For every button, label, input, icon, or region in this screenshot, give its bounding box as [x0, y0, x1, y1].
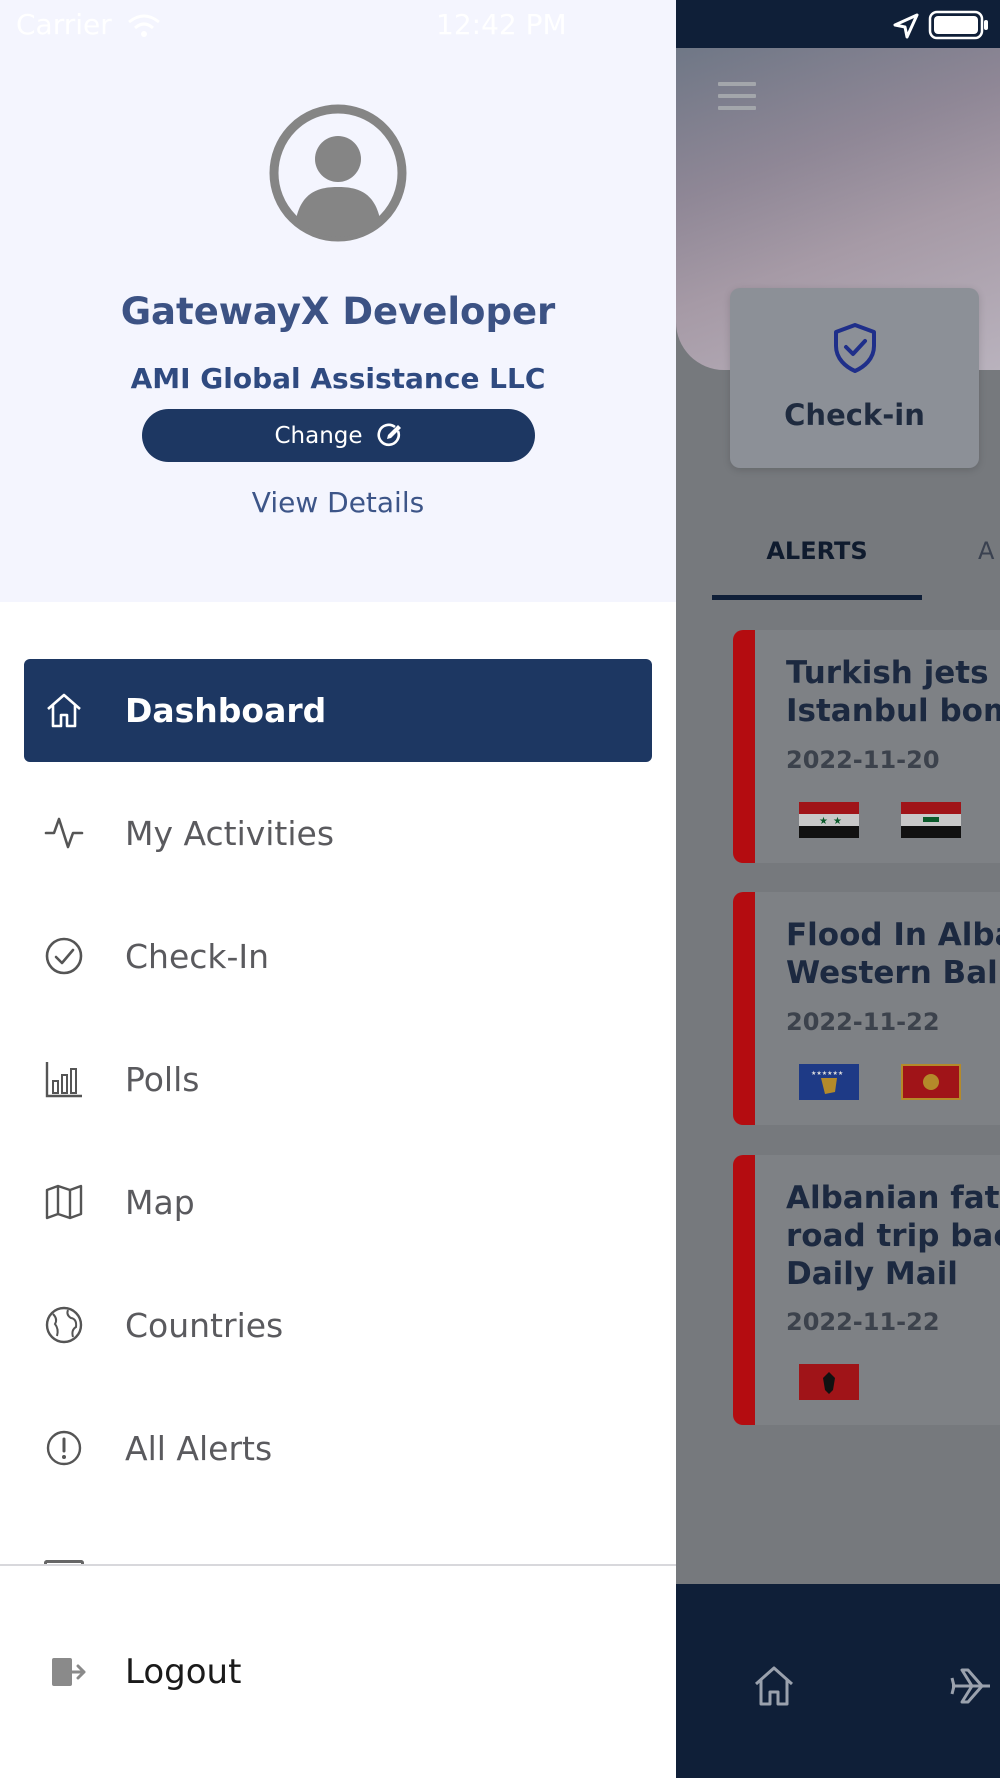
globe-icon: [45, 1306, 83, 1344]
svg-text:★★★★★★: ★★★★★★: [811, 1070, 843, 1077]
organization-name: AMI Global Assistance LLC: [130, 362, 546, 395]
menu-item-partially-hidden: [24, 1548, 652, 1564]
menu-item-my-activities[interactable]: My Activities: [24, 782, 652, 885]
status-time: 12:42 PM: [436, 8, 567, 41]
drawer-divider: [0, 1564, 676, 1566]
alert-title: Daily Mail: [786, 1256, 958, 1292]
change-organization-button[interactable]: Change: [142, 409, 535, 462]
alert-date: 2022-11-22: [786, 1308, 940, 1336]
albania-flag-icon: [799, 1364, 859, 1400]
alert-title: road trip back: [786, 1218, 1000, 1254]
menu-item-label: All Alerts: [125, 1429, 273, 1468]
menu-item-countries[interactable]: Countries: [24, 1274, 652, 1377]
profile-header: Carrier 12:42 PM GatewayX Developer AMI …: [0, 0, 676, 602]
menu-item-label: Dashboard: [125, 691, 327, 730]
navigation-drawer: Carrier 12:42 PM GatewayX Developer AMI …: [0, 0, 676, 1778]
logout-button[interactable]: Logout: [24, 1620, 652, 1724]
edit-icon: [377, 423, 401, 446]
alert-title: Albanian fath: [786, 1180, 1000, 1216]
map-icon: [45, 1184, 83, 1220]
tab-next[interactable]: A: [978, 532, 994, 570]
activity-icon: [44, 817, 84, 849]
wifi-icon: [127, 14, 160, 37]
menu-item-all-alerts[interactable]: All Alerts: [24, 1397, 652, 1500]
plane-icon[interactable]: [950, 1664, 1000, 1708]
alert-date: 2022-11-20: [786, 746, 940, 774]
alert-severity-stripe: [733, 630, 755, 863]
svg-text:★: ★: [819, 816, 828, 827]
logout-icon: [52, 1658, 86, 1686]
avatar-icon[interactable]: [268, 103, 408, 243]
iraq-flag-icon: [901, 802, 961, 838]
alert-date: 2022-11-22: [786, 1008, 940, 1036]
menu-item-label: Polls: [125, 1060, 200, 1099]
kosovo-flag-icon: ★★★★★★: [799, 1064, 859, 1100]
logout-label: Logout: [125, 1652, 242, 1692]
alert-card[interactable]: Turkish jets h Istanbul bom 2022-11-20 ★…: [733, 630, 1000, 863]
location-arrow-icon: [893, 13, 919, 39]
alert-title: Western Balk: [786, 955, 1000, 991]
menu-item-label: Map: [125, 1183, 195, 1222]
menu-item-check-in[interactable]: Check-In: [24, 905, 652, 1008]
menu-item-label: My Activities: [125, 814, 335, 853]
menu-item-label: Countries: [125, 1306, 284, 1345]
tab-alerts[interactable]: ALERTS: [712, 532, 922, 600]
hamburger-menu-icon[interactable]: [718, 82, 756, 118]
alert-card[interactable]: Albanian fath road trip back Daily Mail …: [733, 1155, 1000, 1425]
menu-item-dashboard[interactable]: Dashboard: [24, 659, 652, 762]
carrier-label: Carrier: [16, 8, 112, 41]
bottom-navigation: [676, 1584, 1000, 1778]
battery-icon: [928, 10, 988, 40]
change-button-label: Change: [274, 422, 363, 449]
alert-circle-icon: [46, 1430, 82, 1466]
background-status-bar: [676, 0, 1000, 48]
shield-check-icon: [834, 323, 876, 373]
checkin-card[interactable]: [730, 288, 979, 468]
profile-name: GatewayX Developer: [120, 290, 556, 333]
syria-flag-icon: ★ ★: [799, 802, 859, 838]
home-icon: [47, 693, 81, 728]
menu-item-label: Check-In: [125, 937, 270, 976]
alert-severity-stripe: [733, 1155, 755, 1425]
checkin-card-label: Check-in: [784, 398, 925, 432]
menu-item-map[interactable]: Map: [24, 1151, 652, 1254]
montenegro-flag-icon: [901, 1064, 961, 1100]
status-carrier: Carrier: [16, 8, 161, 41]
svg-text:★: ★: [833, 816, 842, 827]
tab-indicator: [712, 595, 922, 600]
bar-chart-icon: [45, 1062, 82, 1098]
menu-item-polls[interactable]: Polls: [24, 1028, 652, 1131]
alert-title: Istanbul bom: [786, 693, 1000, 729]
home-icon[interactable]: [752, 1664, 796, 1708]
check-circle-icon: [45, 937, 83, 975]
alert-card[interactable]: Flood In Alba Western Balk 2022-11-22 ★★…: [733, 892, 1000, 1125]
view-details-link[interactable]: View Details: [0, 486, 676, 519]
alert-severity-stripe: [733, 892, 755, 1125]
alert-title: Flood In Alba: [786, 917, 1000, 953]
alert-title: Turkish jets h: [786, 655, 1000, 691]
